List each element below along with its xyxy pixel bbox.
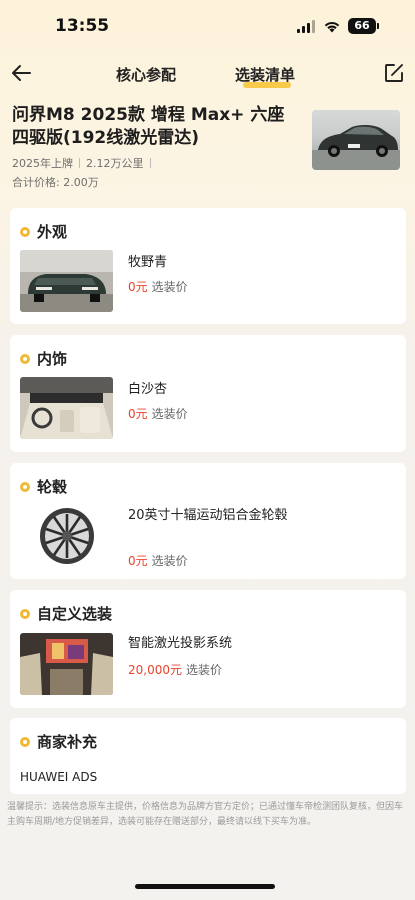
merchant-note: HUAWEI ADS (20, 770, 98, 784)
custom-item-price: 20,000元 选装价 (128, 663, 223, 677)
wheels-card: 轮毂 20英寸十辐运动铝合金轮毂 0元 选装价 (10, 463, 406, 579)
section-dot-icon (20, 226, 30, 237)
total-price: 合计价格: 2.00万 (12, 176, 99, 189)
wheels-item-name: 20英寸十辐运动铝合金轮毂 (128, 508, 288, 523)
status-bar: 13:55 66 (0, 0, 415, 52)
wheels-title: 轮毂 (37, 478, 68, 496)
home-indicator[interactable] (135, 884, 275, 889)
tab-core-specs[interactable]: 核心参配 (116, 64, 176, 85)
interior-card: 内饰 白沙杏 0元 选装价 (10, 335, 406, 452)
mileage: 2.12万公里 (86, 157, 144, 170)
wheels-item-price: 0元 选装价 (128, 554, 188, 568)
interior-item-price: 0元 选装价 (128, 407, 188, 421)
section-dot-icon (20, 353, 30, 364)
exterior-title: 外观 (37, 223, 68, 241)
car-meta: 2025年上牌 2.12万公里 (12, 155, 157, 171)
back-arrow-icon[interactable] (10, 62, 32, 84)
top-nav: 核心参配 选装清单 (0, 52, 415, 94)
signal-icon (297, 20, 317, 33)
section-dot-icon (20, 608, 30, 619)
battery-icon: 66 (348, 18, 379, 34)
interior-item-name: 白沙杏 (128, 382, 168, 397)
tab-options-list[interactable]: 选装清单 (235, 64, 295, 85)
projection-thumbnail[interactable] (20, 633, 113, 695)
section-dot-icon (20, 481, 30, 492)
merchant-card: 商家补充 HUAWEI ADS (10, 718, 406, 794)
exterior-item-name: 牧野青 (128, 255, 168, 270)
wifi-icon (324, 21, 340, 33)
custom-options-title: 自定义选装 (37, 605, 113, 623)
merchant-title: 商家补充 (37, 733, 98, 751)
custom-options-card: 自定义选装 智能激光投影系统 20,000元 选装价 (10, 590, 406, 708)
car-title: 问界M8 2025款 增程 Max+ 六座四驱版(192线激光雷达) (12, 105, 285, 148)
edit-icon[interactable] (383, 62, 405, 84)
custom-item-name: 智能激光投影系统 (128, 636, 233, 651)
exterior-item-price: 0元 选装价 (128, 280, 188, 294)
section-dot-icon (20, 736, 30, 747)
wheel-thumbnail[interactable] (20, 505, 113, 567)
registration-year: 2025年上牌 (12, 157, 73, 170)
car-thumbnail[interactable] (312, 110, 400, 170)
interior-thumbnail[interactable] (20, 377, 113, 439)
exterior-thumbnail[interactable] (20, 250, 113, 312)
exterior-card: 外观 牧野青 0元 选装价 (10, 208, 406, 324)
status-time: 13:55 (55, 16, 110, 36)
disclaimer: 温馨提示：选装信息原车主提供，价格信息为品牌方官方定价；已通过懂车帝检测团队复核… (7, 802, 404, 827)
interior-title: 内饰 (37, 350, 68, 368)
